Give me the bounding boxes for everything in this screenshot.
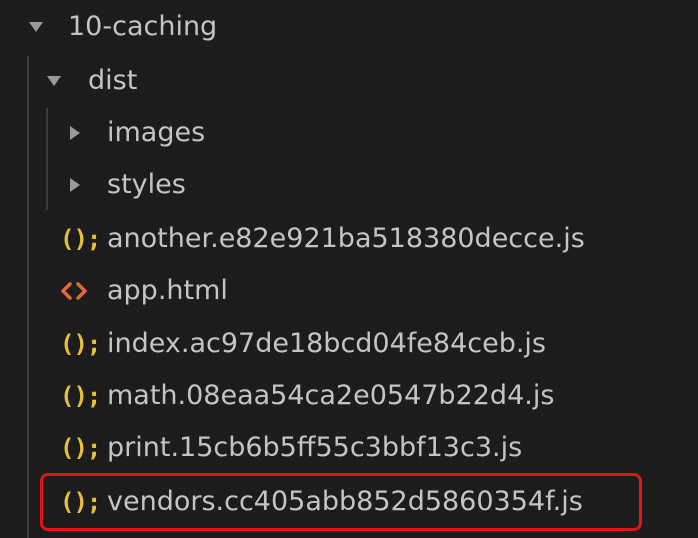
js-file-icon: (); [60, 434, 101, 462]
html-file-icon [60, 265, 88, 317]
file-label: another.e82e921ba518380decce.js [107, 223, 585, 254]
chevron-down-icon[interactable] [26, 1, 46, 53]
folder-label: 10-caching [68, 11, 218, 42]
folder-label: images [107, 117, 206, 148]
chevron-right-icon[interactable] [65, 107, 85, 159]
file-label: app.html [107, 275, 228, 306]
js-file-icon: (); [60, 382, 101, 410]
file-label: vendors.cc405abb852d5860354f.js [107, 486, 583, 517]
file-explorer-tree: 10-caching dist images styles (); anothe… [0, 0, 698, 538]
file-row-print-js[interactable]: (); print.15cb6b5ff55c3bbf13c3.js [0, 422, 698, 474]
file-label: index.ac97de18bcd04fe84ceb.js [107, 328, 547, 359]
js-file-icon: (); [60, 488, 101, 516]
file-row-app-html[interactable]: app.html [0, 265, 698, 317]
folder-row-styles[interactable]: styles [0, 159, 698, 211]
file-label: print.15cb6b5ff55c3bbf13c3.js [107, 432, 523, 463]
file-row-math-js[interactable]: (); math.08eaa54ca2e0547b22d4.js [0, 370, 698, 422]
file-label: math.08eaa54ca2e0547b22d4.js [107, 380, 555, 411]
folder-row-images[interactable]: images [0, 107, 698, 159]
folder-row-dist[interactable]: dist [0, 55, 698, 107]
folder-label: dist [88, 65, 138, 96]
folder-label: styles [107, 169, 186, 200]
folder-row-10-caching[interactable]: 10-caching [0, 1, 698, 53]
js-file-icon: (); [60, 330, 101, 358]
file-row-index-js[interactable]: (); index.ac97de18bcd04fe84ceb.js [0, 318, 698, 370]
file-row-vendors-js[interactable]: (); vendors.cc405abb852d5860354f.js [0, 476, 698, 528]
file-row-another-js[interactable]: (); another.e82e921ba518380decce.js [0, 213, 698, 265]
chevron-right-icon[interactable] [65, 159, 85, 211]
chevron-down-icon[interactable] [44, 55, 64, 107]
js-file-icon: (); [60, 225, 101, 253]
